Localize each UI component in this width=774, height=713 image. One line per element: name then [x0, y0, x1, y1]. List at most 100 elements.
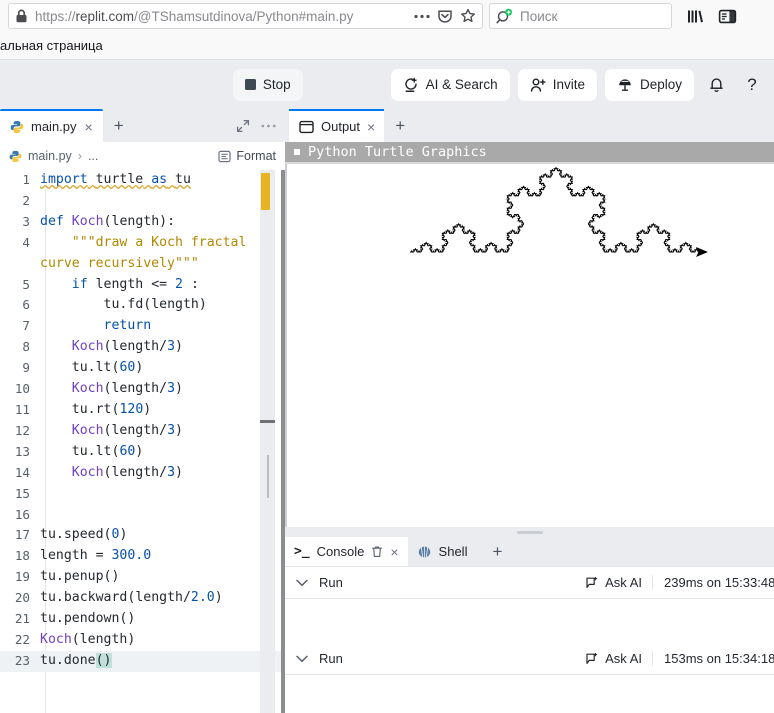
browser-toolbar-right [686, 8, 737, 25]
sidebar-icon[interactable] [718, 8, 737, 25]
search-input-placeholder[interactable]: Поиск [520, 9, 557, 24]
line-content[interactable]: Koch(length/3) [40, 421, 285, 442]
line-content[interactable]: if length <= 2 : [40, 275, 285, 296]
invite-button[interactable]: Invite [517, 68, 597, 101]
code-line[interactable]: 21 tu.pendown() [0, 609, 285, 630]
code-line[interactable]: 23 tu.done() [0, 650, 285, 672]
tab-output[interactable]: Output × [289, 109, 385, 142]
format-button[interactable]: Format [218, 149, 276, 163]
code-line[interactable]: 1 import turtle as tu [0, 170, 285, 191]
close-icon[interactable]: × [367, 119, 375, 135]
line-number: 2 [22, 192, 30, 208]
line-content[interactable]: Koch(length/3) [40, 463, 285, 484]
line-content[interactable]: tu.speed(0) [40, 525, 285, 546]
editor-scrollbar[interactable] [260, 170, 275, 713]
new-console-tab-button[interactable]: + [476, 537, 518, 566]
code-line[interactable]: 17 tu.speed(0) [0, 525, 285, 546]
code-line[interactable]: 4 """draw a Koch fractal curve recursive… [0, 233, 285, 275]
line-content[interactable]: def Koch(length): [40, 212, 285, 233]
code-line[interactable]: 20 tu.backward(length/2.0) [0, 588, 285, 609]
python-file-icon [10, 120, 24, 134]
search-bar[interactable]: Поиск [489, 3, 672, 29]
console-run-row: Run Ask AI 239ms on 15:33:48, 05/ [285, 567, 774, 599]
line-number: 4 [22, 234, 30, 250]
help-button[interactable]: ? [738, 71, 766, 99]
code-line[interactable]: 12 Koch(length/3) [0, 421, 285, 442]
code-line[interactable]: 22 Koch(length) [0, 630, 285, 651]
code-line[interactable]: 8 Koch(length/3) [0, 337, 285, 358]
pane-vertical-divider[interactable] [285, 527, 774, 537]
tab-main-py[interactable]: main.py × [0, 109, 103, 142]
code-line[interactable]: 14 Koch(length/3) [0, 463, 285, 484]
line-content[interactable]: tu.pendown() [40, 609, 285, 630]
line-content[interactable]: """draw a Koch fractal curve recursively… [40, 233, 285, 275]
code-line[interactable]: 5 if length <= 2 : [0, 275, 285, 296]
line-number: 9 [22, 360, 30, 376]
line-content[interactable]: tu.lt(60) [40, 358, 285, 379]
code-line[interactable]: 16 [0, 505, 285, 526]
lock-icon [15, 9, 28, 23]
line-content[interactable] [40, 191, 285, 212]
line-content[interactable]: length = 300.0 [40, 546, 285, 567]
replit-app: Stop AI & Search Invite Deploy ? main.py… [0, 60, 774, 713]
trash-icon[interactable] [371, 545, 383, 558]
code-line[interactable]: 10 Koch(length/3) [0, 379, 285, 400]
line-content[interactable]: tu.rt(120) [40, 400, 285, 421]
ask-ai-button[interactable]: Ask AI [585, 651, 652, 666]
notifications-button[interactable] [702, 71, 730, 99]
turtle-canvas-area[interactable] [285, 164, 774, 527]
tab-console[interactable]: >_ Console × [285, 537, 408, 566]
code-line[interactable]: 9 tu.lt(60) [0, 358, 285, 379]
chevron-down-icon[interactable] [285, 579, 319, 587]
line-content[interactable]: Koch(length) [40, 630, 285, 651]
expand-icon[interactable] [236, 119, 250, 133]
new-output-tab-button[interactable]: + [384, 109, 416, 142]
bookmark-star-icon[interactable] [460, 8, 476, 24]
address-bar[interactable]: https://replit.com/@TShamsutdinova/Pytho… [8, 3, 483, 29]
line-content[interactable]: Koch(length/3) [40, 337, 285, 358]
breadcrumb-file[interactable]: main.py [28, 149, 72, 163]
line-content[interactable]: tu.done() [40, 651, 285, 672]
line-content[interactable] [40, 484, 285, 505]
line-number: 20 [14, 590, 30, 606]
scrollbar-thumb[interactable] [267, 455, 269, 498]
line-content[interactable]: tu.fd(length) [40, 295, 285, 316]
code-line[interactable]: 18 length = 300.0 [0, 546, 285, 567]
ai-search-button[interactable]: AI & Search [390, 68, 510, 101]
close-icon[interactable]: × [84, 120, 94, 134]
line-content[interactable]: tu.penup() [40, 567, 285, 588]
close-icon[interactable]: × [390, 544, 398, 560]
run-timestamp: 153ms on 15:34:18, 05/ [652, 651, 774, 666]
tab-output-label: Output [321, 119, 361, 134]
deploy-button[interactable]: Deploy [604, 68, 694, 101]
line-content[interactable] [40, 505, 285, 526]
more-options-icon[interactable] [261, 124, 276, 128]
code-line[interactable]: 15 [0, 484, 285, 505]
window-menu-icon[interactable] [294, 149, 300, 155]
code-editor[interactable]: 1 import turtle as tu 2 3 def Koch(length): 4… [0, 170, 285, 713]
new-file-tab-button[interactable]: + [103, 109, 135, 142]
line-content[interactable]: import turtle as tu [40, 170, 285, 191]
pocket-icon[interactable] [437, 8, 453, 24]
code-line[interactable]: 7 return [0, 316, 285, 337]
code-line[interactable]: 19 tu.penup() [0, 567, 285, 588]
line-content[interactable]: Koch(length/3) [40, 379, 285, 400]
line-content[interactable]: return [40, 316, 285, 337]
line-number: 18 [14, 548, 30, 564]
tab-shell[interactable]: Shell [408, 537, 477, 566]
line-content[interactable]: tu.lt(60) [40, 442, 285, 463]
bookmark-item[interactable]: альная страница [0, 38, 103, 53]
page-actions-icon[interactable] [414, 14, 430, 19]
line-content[interactable]: tu.backward(length/2.0) [40, 588, 285, 609]
stop-button[interactable]: Stop [232, 68, 303, 101]
code-line[interactable]: 2 [0, 191, 285, 212]
code-line[interactable]: 13 tu.lt(60) [0, 442, 285, 463]
code-line[interactable]: 3 def Koch(length): [0, 212, 285, 233]
breadcrumb-rest[interactable]: ... [88, 149, 98, 163]
chevron-down-icon[interactable] [285, 655, 319, 663]
code-line[interactable]: 6 tu.fd(length) [0, 295, 285, 316]
line-number: 1 [22, 172, 30, 187]
library-icon[interactable] [686, 8, 705, 25]
ask-ai-button[interactable]: Ask AI [585, 575, 652, 590]
code-line[interactable]: 11 tu.rt(120) [0, 400, 285, 421]
